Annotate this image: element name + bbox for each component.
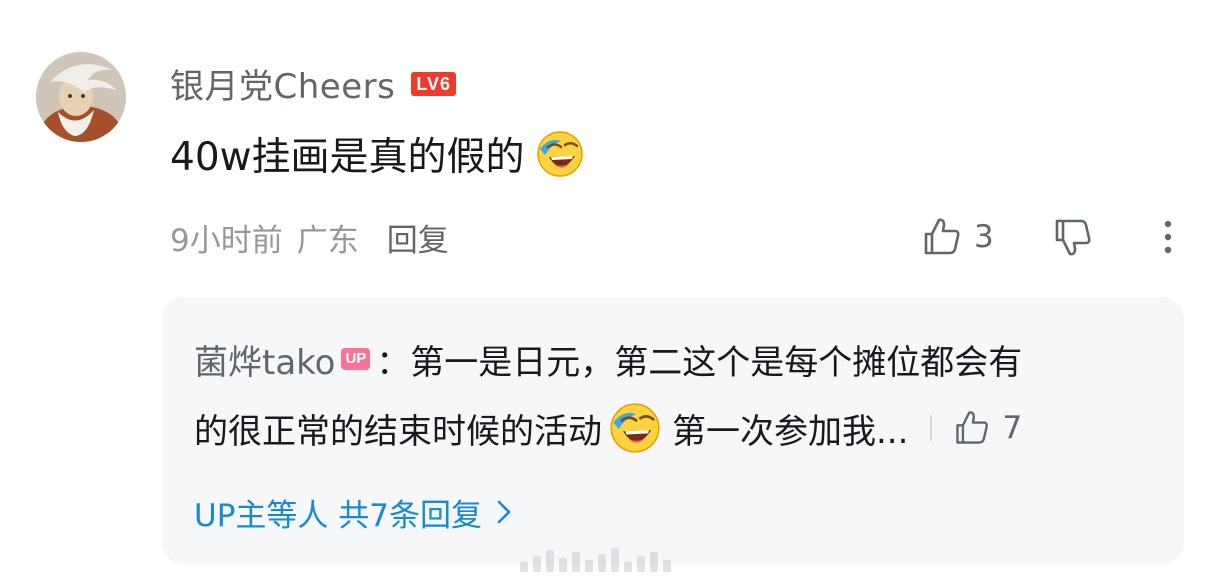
reply-like-count: 7 — [1002, 410, 1023, 446]
watermark — [520, 544, 671, 572]
thumbs-down-icon — [1055, 219, 1091, 256]
reply-separator: ： — [376, 342, 411, 383]
reply-summary-text: UP主等人 共7条回复 — [194, 497, 482, 534]
comment-meta: 9小时前 广东 回复 — [170, 214, 449, 260]
like-button[interactable]: 3 — [920, 212, 994, 262]
up-badge: UP — [341, 348, 371, 370]
reply-text-line2a: 的很正常的结束时候的活动 — [194, 411, 602, 452]
chevron-right-icon — [497, 500, 511, 524]
reply-text-line2b: 第一次参加我... — [672, 411, 909, 452]
comment-time: 9小时前 — [170, 222, 283, 259]
thumbs-up-icon — [924, 218, 960, 255]
view-replies-link[interactable]: UP主等人 共7条回复 — [194, 489, 512, 535]
more-vertical-icon — [1164, 220, 1172, 254]
more-options-button[interactable] — [1150, 212, 1186, 262]
avatar-image — [36, 52, 126, 142]
divider — [930, 415, 933, 441]
level-badge: LV6 — [411, 72, 457, 96]
reply-button[interactable]: 回复 — [387, 215, 449, 260]
comment-username[interactable]: 银月党Cheers — [170, 59, 395, 108]
laughing-cry-emoji — [536, 131, 583, 177]
reply-preview[interactable]: 菌烨tako UP ： 第一是日元，第二这个是每个摊位都会有 的很正常的结束时候… — [162, 297, 1184, 565]
reply-text-line1: 第一是日元，第二这个是每个摊位都会有 — [410, 342, 1023, 383]
reply-line-1: 菌烨tako UP ： 第一是日元，第二这个是每个摊位都会有 — [194, 335, 1022, 383]
avatar[interactable] — [36, 52, 126, 142]
laughing-cry-emoji — [610, 403, 660, 453]
comment-text: 40w挂画是真的假的 — [170, 135, 525, 180]
reply-line-2: 的很正常的结束时候的活动 第一次参加我... 7 — [194, 401, 1022, 455]
comment-header: 银月党Cheers LV6 — [170, 59, 457, 108]
comment-body: 40w挂画是真的假的 — [170, 128, 585, 180]
thumbs-up-icon[interactable] — [952, 408, 992, 448]
dislike-button[interactable] — [1048, 212, 1098, 262]
like-count: 3 — [974, 219, 994, 255]
comment-location: 广东 — [296, 222, 359, 259]
reply-username[interactable]: 菌烨tako — [194, 335, 335, 384]
